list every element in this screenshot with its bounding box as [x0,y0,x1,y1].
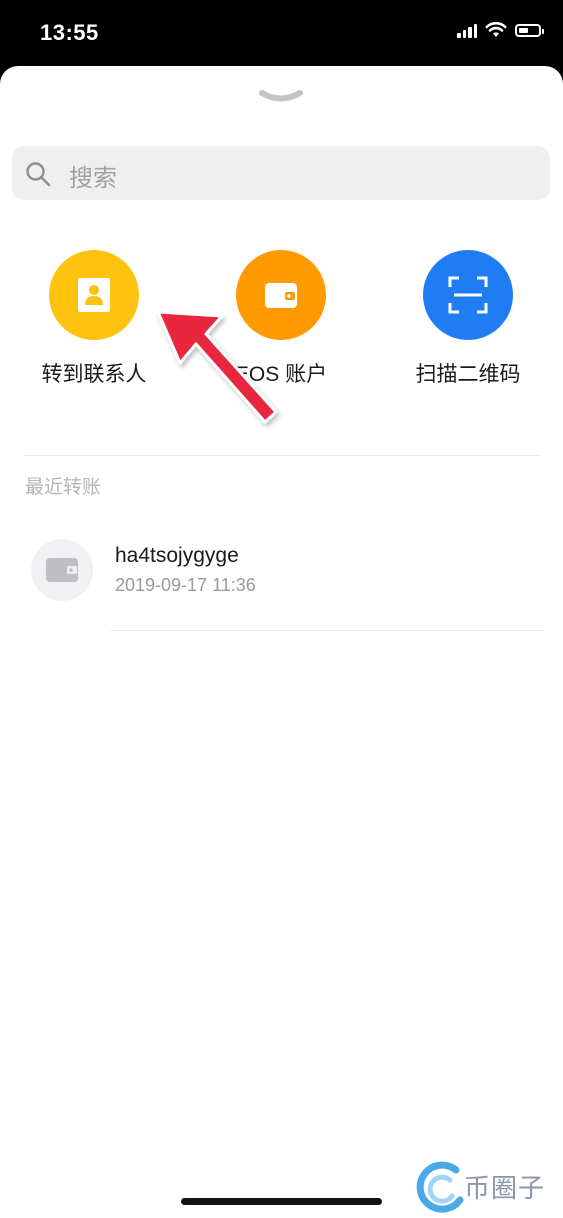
scan-qr-icon [423,250,513,340]
transfer-sheet: 搜索 转到联系人 EOS 账户 扫描二维码 最近转账 ha4tsojygyge … [0,66,563,1218]
wallet-icon [236,250,326,340]
coin-logo-icon [416,1161,464,1213]
search-input[interactable]: 搜索 [69,158,117,193]
eos-account-button[interactable]: EOS 账户 [201,250,361,388]
search-icon [26,162,51,187]
wallet-icon [31,539,93,601]
signal-icon [457,22,477,38]
status-bar: 13:55 [0,0,563,66]
recent-transfers-title: 最近转账 [25,477,102,498]
watermark: 币圈子 [412,1160,562,1216]
status-time: 13:55 [40,20,99,45]
recent-account-name: ha4tsojygyge [115,544,239,567]
contact-card-icon [49,250,139,340]
watermark-text: 币圈子 [464,1174,546,1204]
scan-qr-button[interactable]: 扫描二维码 [388,250,548,388]
scan-qr-label: 扫描二维码 [415,363,521,386]
search-bar[interactable]: 搜索 [12,146,550,200]
status-icons [457,22,544,38]
item-divider [110,630,544,631]
eos-account-label: EOS 账户 [234,363,328,386]
battery-icon [515,23,544,37]
home-indicator[interactable] [181,1198,382,1205]
chevron-down-icon[interactable] [258,88,304,106]
recent-transfer-time: 2019-09-17 11:36 [115,575,256,595]
transfer-to-contact-button[interactable]: 转到联系人 [14,250,174,388]
transfer-to-contact-label: 转到联系人 [41,363,147,386]
list-item[interactable]: ha4tsojygyge 2019-09-17 11:36 [0,524,563,631]
wifi-icon [485,22,507,37]
section-divider [24,455,540,456]
